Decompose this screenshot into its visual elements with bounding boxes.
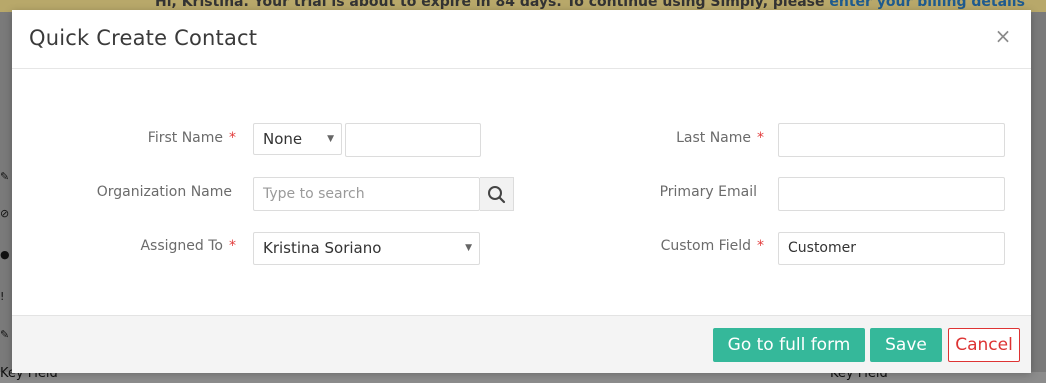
first-name-label: First Name * [148, 130, 236, 146]
last-name-input[interactable] [778, 123, 1005, 157]
save-button[interactable]: Save [870, 328, 942, 362]
organization-search-input[interactable]: Type to search [253, 177, 480, 211]
search-icon [488, 186, 506, 204]
required-marker: * [757, 130, 764, 146]
pencil-icon: ✎ [0, 328, 10, 341]
go-to-full-form-button[interactable]: Go to full form [713, 328, 865, 362]
chevron-down-icon: ▼ [465, 243, 472, 253]
trial-banner-text: Hi, Kristina. Your trial is about to exp… [155, 0, 1025, 10]
trial-banner-message: Hi, Kristina. Your trial is about to exp… [155, 0, 830, 10]
required-marker: * [757, 238, 764, 254]
cancel-button[interactable]: Cancel [948, 328, 1020, 362]
modal-header: Quick Create Contact × [12, 10, 1031, 69]
required-marker: * [229, 238, 236, 254]
primary-email-input[interactable] [778, 177, 1005, 211]
organization-search-button[interactable] [480, 177, 514, 211]
edit-icon: ✎ [0, 170, 10, 183]
organization-search-placeholder: Type to search [263, 186, 365, 202]
organization-name-label: Organization Name [96, 184, 232, 200]
assigned-to-label-text: Assigned To [140, 238, 223, 254]
salutation-select[interactable]: None ▼ [253, 123, 342, 155]
required-marker: * [229, 130, 236, 146]
background-table-row [0, 372, 1046, 383]
primary-email-label: Primary Email [659, 184, 757, 200]
custom-field-label-text: Custom Field [660, 238, 751, 254]
alert-icon: ! [0, 290, 5, 303]
close-icon[interactable]: × [994, 26, 1012, 46]
modal-title: Quick Create Contact [29, 26, 258, 50]
last-name-label: Last Name * [676, 130, 764, 146]
custom-field-label: Custom Field * [661, 238, 764, 254]
first-name-input[interactable] [345, 123, 481, 157]
assigned-to-value: Kristina Soriano [263, 239, 382, 257]
assigned-to-select[interactable]: Kristina Soriano ▼ [253, 232, 480, 265]
first-name-label-text: First Name [147, 130, 223, 146]
modal-footer: Go to full form Save Cancel [12, 315, 1031, 373]
chevron-down-icon: ▼ [327, 134, 334, 144]
info-icon: ● [0, 248, 10, 261]
billing-details-link[interactable]: enter your billing details [829, 0, 1025, 10]
link-icon: ⊘ [0, 207, 10, 220]
quick-create-contact-modal: Quick Create Contact × First Name * None … [12, 10, 1031, 373]
last-name-label-text: Last Name [676, 130, 751, 146]
assigned-to-label: Assigned To * [140, 238, 236, 254]
salutation-value: None [263, 130, 303, 148]
custom-field-input[interactable]: Customer [778, 232, 1005, 265]
